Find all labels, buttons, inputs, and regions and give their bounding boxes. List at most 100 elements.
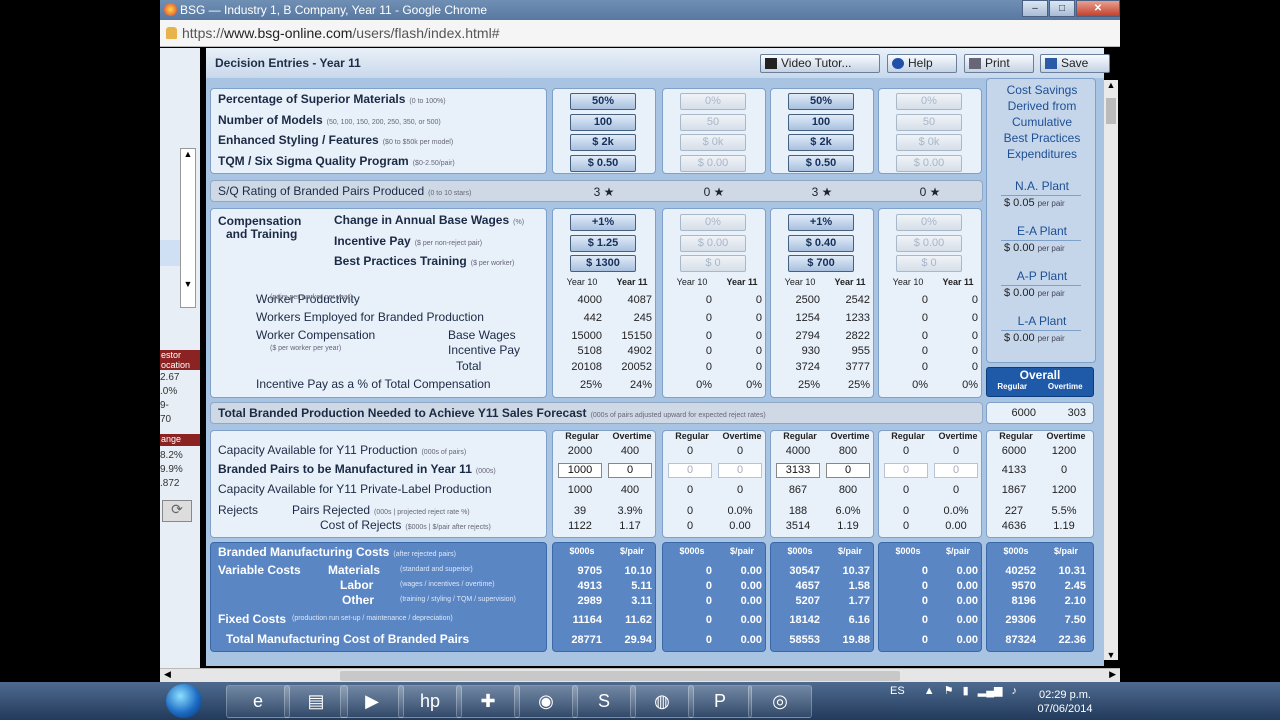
comp-input-plant-1[interactable]: $ 1300 bbox=[570, 255, 636, 272]
comp-stat-value: 0 bbox=[755, 330, 762, 342]
quality-input-plant-3[interactable]: $ 2k bbox=[788, 134, 854, 151]
year-10-header: Year 10 bbox=[676, 277, 708, 287]
comp-input-plant-2[interactable]: $ 0.00 bbox=[680, 234, 746, 252]
compensation-title: Compensation bbox=[218, 214, 302, 228]
video-tutorial-button[interactable]: Video Tutor... bbox=[760, 54, 880, 73]
quality-input-plant-1[interactable]: 100 bbox=[570, 113, 636, 131]
close-button[interactable]: ✕ bbox=[1076, 0, 1120, 17]
camera-icon[interactable]: ◎ bbox=[748, 685, 812, 718]
comp-input-plant-4[interactable]: $ 0.00 bbox=[896, 234, 962, 252]
folder-icon[interactable]: ▤ bbox=[284, 685, 348, 718]
comp-stat-value: 4087 bbox=[627, 294, 652, 306]
branded-pairs-input-plant-2[interactable]: 0 bbox=[718, 463, 762, 478]
branded-pairs-input-plant-1[interactable]: 0 bbox=[608, 463, 652, 478]
left-value: .0% bbox=[160, 386, 178, 397]
branded-pairs-input-plant-1[interactable]: 1000 bbox=[558, 463, 602, 478]
mfg-value: 0.00 bbox=[740, 595, 762, 607]
quality-input-plant-2[interactable]: $ 0k bbox=[680, 134, 746, 151]
branded-pairs-input-plant-3[interactable]: 0 bbox=[826, 463, 870, 478]
comp-input-plant-3[interactable]: +1% bbox=[788, 214, 854, 231]
quality-input-plant-1[interactable]: 50% bbox=[570, 93, 636, 110]
lock-icon bbox=[166, 27, 177, 39]
comp-input-plant-2[interactable]: 0% bbox=[680, 214, 746, 231]
quality-input-plant-2[interactable]: 50 bbox=[680, 113, 746, 131]
vertical-scrollbar[interactable]: ▲ ▼ bbox=[1104, 80, 1118, 660]
mfg-value: 2.10 bbox=[1064, 595, 1086, 607]
quality-input-plant-1[interactable]: $ 2k bbox=[570, 134, 636, 151]
comp-stat-label: Incentive Pay as a % of Total Compensati… bbox=[256, 377, 491, 391]
tray-arrow-icon[interactable]: ▲ bbox=[924, 685, 935, 697]
mfg-value: 0 bbox=[921, 580, 928, 592]
mfg-row-note: (training / styling / TQM / supervision) bbox=[400, 596, 516, 603]
quality-input-plant-3[interactable]: $ 0.50 bbox=[788, 154, 854, 172]
comp-input-plant-1[interactable]: +1% bbox=[570, 214, 636, 231]
comp-input-plant-3[interactable]: $ 0.40 bbox=[788, 234, 854, 252]
quality-input-plant-2[interactable]: 0% bbox=[680, 93, 746, 110]
branded-pairs-input-plant-4[interactable]: 0 bbox=[934, 463, 978, 478]
quality-input-plant-4[interactable]: 0% bbox=[896, 93, 962, 110]
branded-pairs-input-plant-2[interactable]: 0 bbox=[668, 463, 712, 478]
print-button[interactable]: Print bbox=[964, 54, 1034, 73]
network-app-icon[interactable]: ✚ bbox=[456, 685, 520, 718]
media-player-icon[interactable]: ▶ bbox=[340, 685, 404, 718]
chrome-icon[interactable]: ◉ bbox=[514, 685, 578, 718]
quality-input-plant-2[interactable]: $ 0.00 bbox=[680, 154, 746, 172]
language-indicator[interactable]: ES bbox=[890, 685, 905, 697]
capacity-row-sublabel: Pairs Rejected (000s | projected reject r… bbox=[292, 503, 470, 517]
quality-input-plant-3[interactable]: 50% bbox=[788, 93, 854, 110]
start-button[interactable] bbox=[166, 684, 202, 718]
flag-icon[interactable]: ⚑ bbox=[944, 685, 954, 697]
comp-stat-value: 3777 bbox=[845, 361, 870, 373]
comp-input-plant-4[interactable]: $ 0 bbox=[896, 255, 962, 272]
network-icon[interactable]: ▮ bbox=[963, 685, 969, 697]
capacity-value: 0 bbox=[686, 505, 694, 517]
address-bar[interactable]: https://www.bsg-online.com/users/flash/i… bbox=[160, 20, 1120, 47]
skype-icon[interactable]: S bbox=[572, 685, 636, 718]
hp-icon[interactable]: hp bbox=[398, 685, 462, 718]
horizontal-scrollbar[interactable]: ◀ ▶ bbox=[160, 668, 1120, 682]
regular-header: Regular bbox=[999, 431, 1033, 441]
quality-input-plant-4[interactable]: 50 bbox=[896, 113, 962, 131]
overall-label: Overall bbox=[1019, 368, 1061, 382]
comp-input-plant-2[interactable]: $ 0 bbox=[680, 255, 746, 272]
regular-header: Regular bbox=[565, 431, 599, 441]
capacity-value: 0.0% bbox=[727, 505, 753, 517]
comp-stat-value: 2794 bbox=[795, 330, 820, 342]
ie-icon[interactable]: e bbox=[226, 685, 290, 718]
year-10-header: Year 10 bbox=[892, 277, 924, 287]
quality-input-plant-3[interactable]: 100 bbox=[788, 113, 854, 131]
year-10-header: Year 10 bbox=[566, 277, 598, 287]
capacity-value: 400 bbox=[620, 484, 640, 496]
powerpoint-icon[interactable]: P bbox=[688, 685, 752, 718]
quality-input-plant-1[interactable]: $ 0.50 bbox=[570, 154, 636, 172]
overtime-header: Overtime bbox=[830, 431, 870, 441]
clock[interactable]: 02:29 p.m. 07/06/2014 bbox=[1030, 688, 1100, 716]
comp-input-plant-3[interactable]: $ 700 bbox=[788, 255, 854, 272]
mfg-value: 11164 bbox=[572, 614, 602, 626]
comp-stat-value: 0 bbox=[755, 312, 762, 324]
capacity-row-label: Branded Pairs to be Manufactured in Year… bbox=[218, 462, 496, 476]
comp-stat-value: 24% bbox=[629, 379, 652, 391]
branded-pairs-input-plant-3[interactable]: 3133 bbox=[776, 463, 820, 478]
save-button[interactable]: Save bbox=[1040, 54, 1110, 73]
total-needed-regular: 6000 bbox=[1011, 407, 1036, 419]
quality-input-plant-4[interactable]: $ 0k bbox=[896, 134, 962, 151]
comp-input-plant-4[interactable]: 0% bbox=[896, 214, 962, 231]
capacity-value: 0.00 bbox=[729, 520, 751, 532]
help-button[interactable]: Help bbox=[887, 54, 957, 73]
comp-input-plant-1[interactable]: $ 1.25 bbox=[570, 234, 636, 252]
app-swirl-icon[interactable]: ◍ bbox=[630, 685, 694, 718]
mfg-value: 0 bbox=[921, 614, 928, 626]
mfg-value: 1.58 bbox=[848, 580, 870, 592]
dollars-000s-header: $000s bbox=[679, 546, 705, 556]
left-scrollbar[interactable]: ▲ ▼ bbox=[180, 148, 196, 308]
refresh-icon[interactable]: ⟳ bbox=[162, 500, 192, 522]
minimize-button[interactable]: – bbox=[1022, 0, 1048, 17]
quality-input-plant-4[interactable]: $ 0.00 bbox=[896, 154, 962, 172]
branded-pairs-input-plant-4[interactable]: 0 bbox=[884, 463, 928, 478]
volume-icon[interactable]: ♪ bbox=[1012, 685, 1018, 697]
maximize-button[interactable]: □ bbox=[1049, 0, 1075, 17]
mfg-value: 40252 bbox=[1005, 565, 1036, 577]
cost-savings-title-line: Best Practices bbox=[1003, 131, 1081, 145]
signal-icon[interactable]: ▂▄▆ bbox=[978, 685, 1003, 697]
